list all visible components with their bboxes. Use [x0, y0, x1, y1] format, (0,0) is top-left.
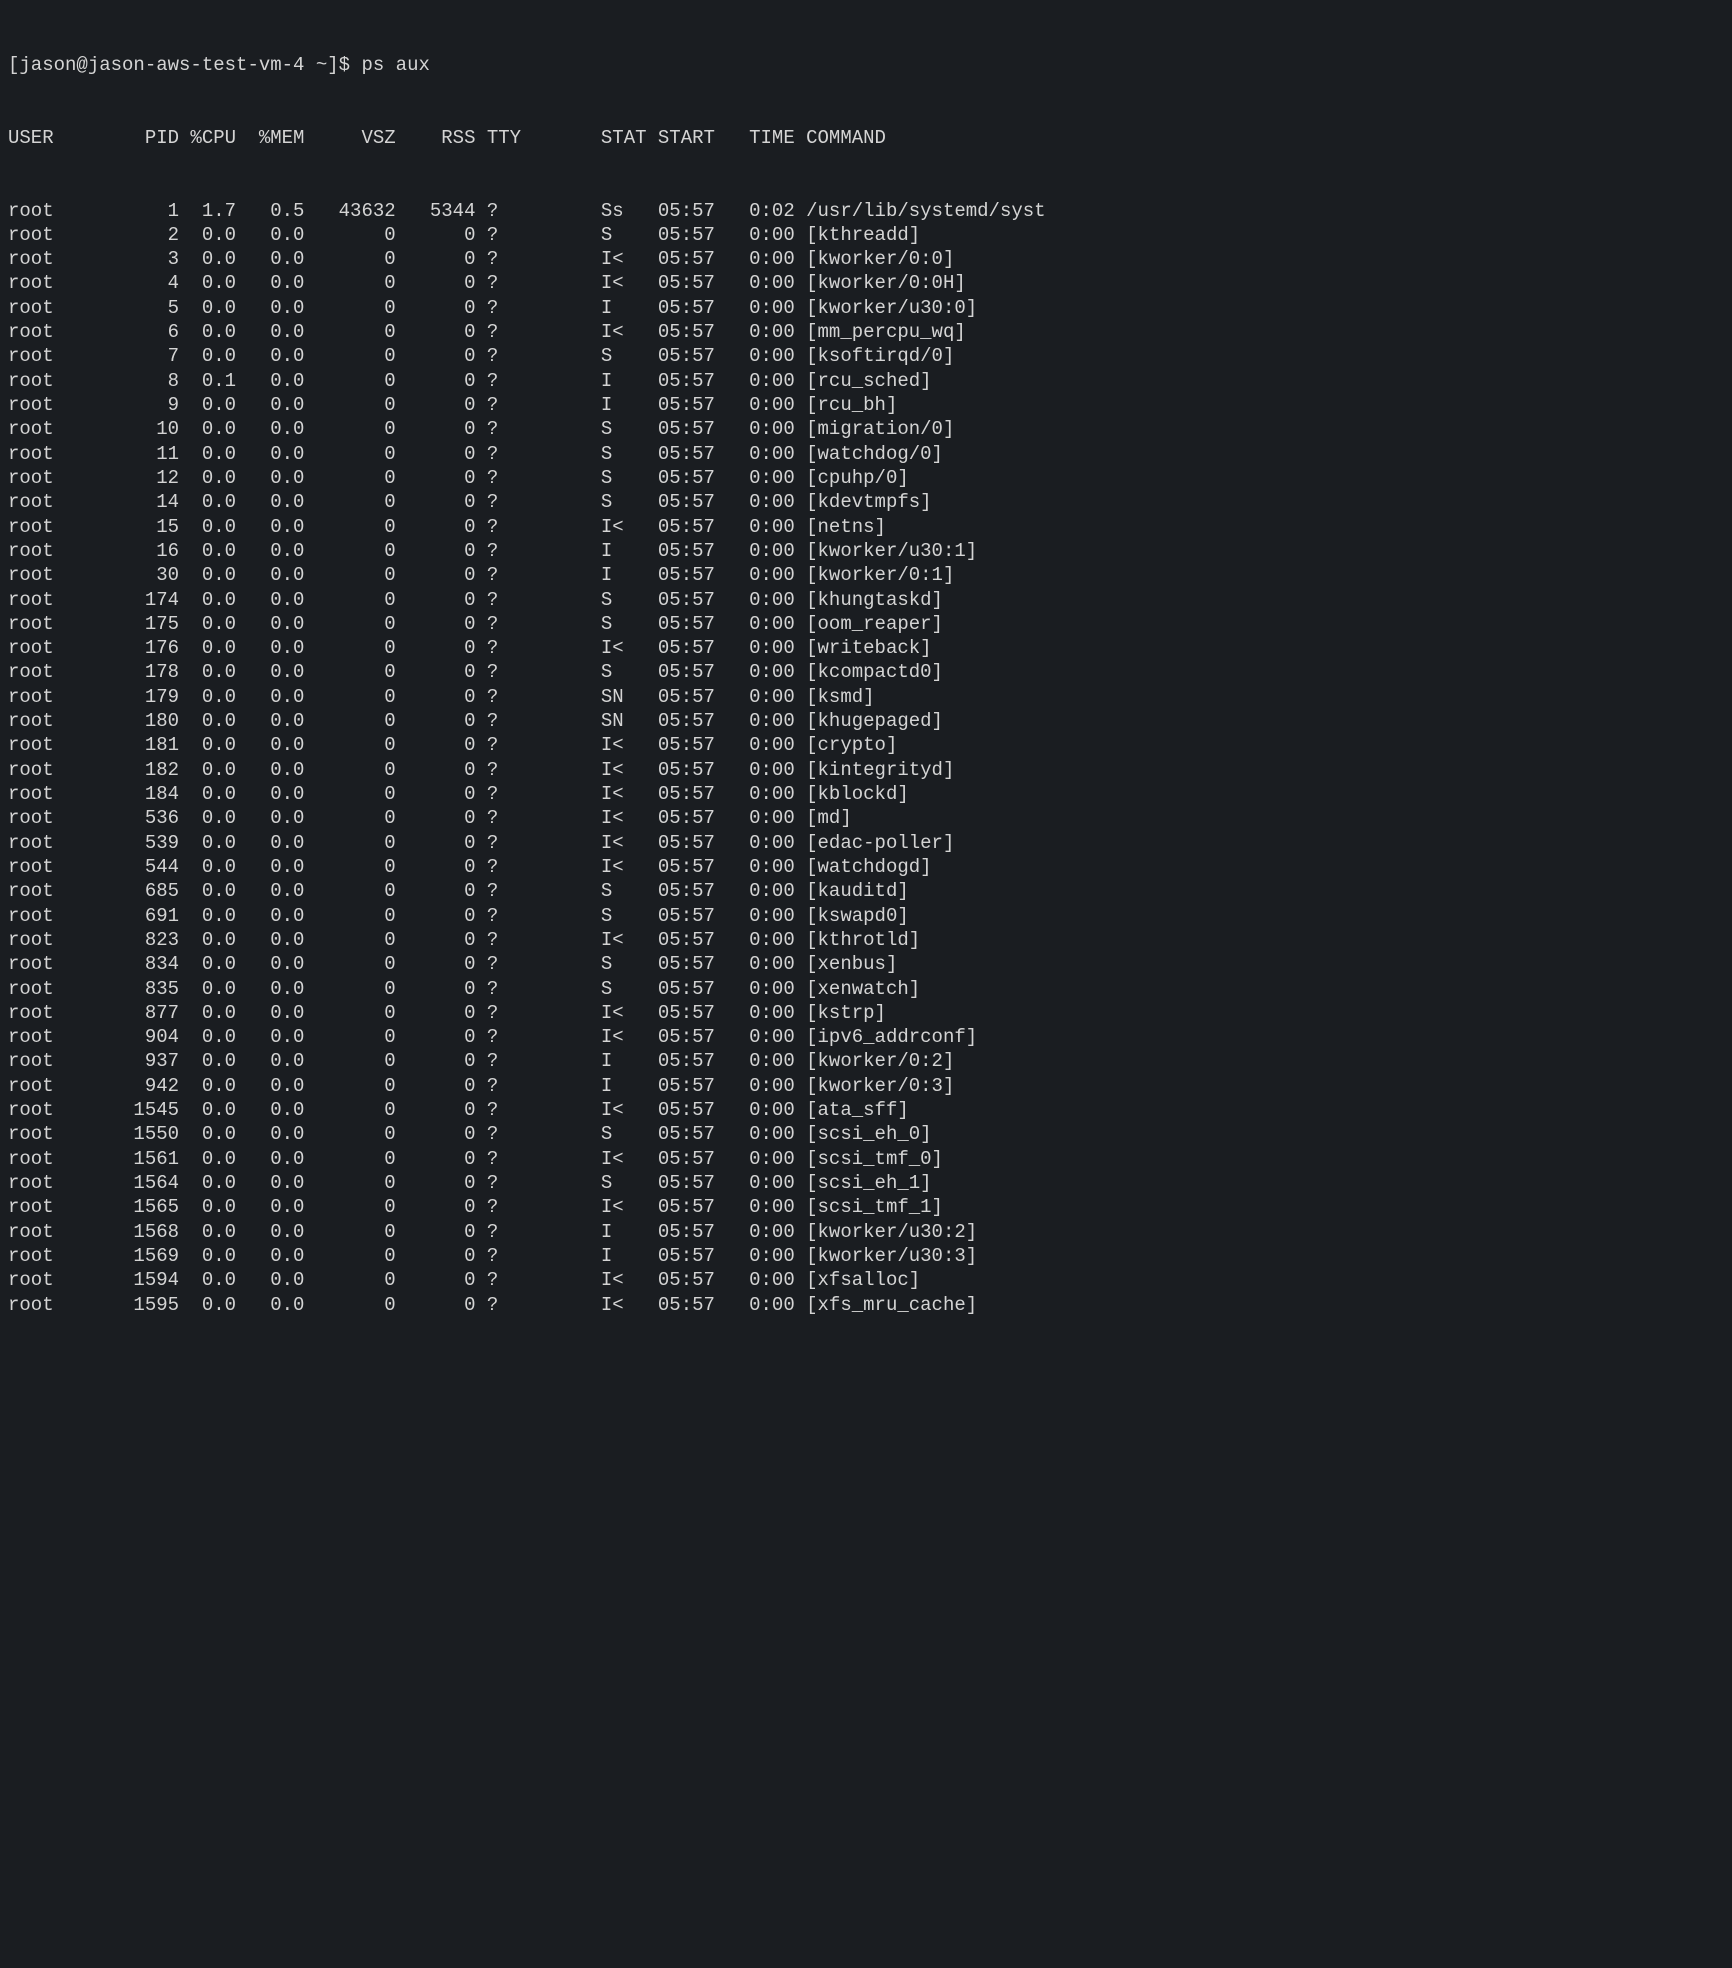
process-row: root 1545 0.0 0.0 0 0 ? I< 05:57 0:00 [a… — [8, 1098, 1724, 1122]
process-row: root 1561 0.0 0.0 0 0 ? I< 05:57 0:00 [s… — [8, 1147, 1724, 1171]
process-row: root 175 0.0 0.0 0 0 ? S 05:57 0:00 [oom… — [8, 612, 1724, 636]
process-row: root 4 0.0 0.0 0 0 ? I< 05:57 0:00 [kwor… — [8, 271, 1724, 295]
process-row: root 5 0.0 0.0 0 0 ? I 05:57 0:00 [kwork… — [8, 296, 1724, 320]
process-row: root 179 0.0 0.0 0 0 ? SN 05:57 0:00 [ks… — [8, 685, 1724, 709]
process-row: root 834 0.0 0.0 0 0 ? S 05:57 0:00 [xen… — [8, 952, 1724, 976]
process-row: root 9 0.0 0.0 0 0 ? I 05:57 0:00 [rcu_b… — [8, 393, 1724, 417]
process-row: root 12 0.0 0.0 0 0 ? S 05:57 0:00 [cpuh… — [8, 466, 1724, 490]
process-row: root 6 0.0 0.0 0 0 ? I< 05:57 0:00 [mm_p… — [8, 320, 1724, 344]
process-row: root 539 0.0 0.0 0 0 ? I< 05:57 0:00 [ed… — [8, 831, 1724, 855]
process-row: root 3 0.0 0.0 0 0 ? I< 05:57 0:00 [kwor… — [8, 247, 1724, 271]
process-row: root 1569 0.0 0.0 0 0 ? I 05:57 0:00 [kw… — [8, 1244, 1724, 1268]
process-row: root 1564 0.0 0.0 0 0 ? S 05:57 0:00 [sc… — [8, 1171, 1724, 1195]
process-row: root 2 0.0 0.0 0 0 ? S 05:57 0:00 [kthre… — [8, 223, 1724, 247]
process-row: root 1568 0.0 0.0 0 0 ? I 05:57 0:00 [kw… — [8, 1220, 1724, 1244]
process-row: root 8 0.1 0.0 0 0 ? I 05:57 0:00 [rcu_s… — [8, 369, 1724, 393]
process-row: root 536 0.0 0.0 0 0 ? I< 05:57 0:00 [md… — [8, 806, 1724, 830]
prompt-line: [jason@jason-aws-test-vm-4 ~]$ ps aux — [8, 53, 1724, 77]
process-row: root 14 0.0 0.0 0 0 ? S 05:57 0:00 [kdev… — [8, 490, 1724, 514]
process-row: root 691 0.0 0.0 0 0 ? S 05:57 0:00 [ksw… — [8, 904, 1724, 928]
ps-header-row: USER PID %CPU %MEM VSZ RSS TTY STAT STAR… — [8, 126, 1724, 150]
process-row: root 544 0.0 0.0 0 0 ? I< 05:57 0:00 [wa… — [8, 855, 1724, 879]
process-row: root 176 0.0 0.0 0 0 ? I< 05:57 0:00 [wr… — [8, 636, 1724, 660]
process-row: root 11 0.0 0.0 0 0 ? S 05:57 0:00 [watc… — [8, 442, 1724, 466]
process-row: root 1565 0.0 0.0 0 0 ? I< 05:57 0:00 [s… — [8, 1195, 1724, 1219]
process-row: root 835 0.0 0.0 0 0 ? S 05:57 0:00 [xen… — [8, 977, 1724, 1001]
process-row: root 7 0.0 0.0 0 0 ? S 05:57 0:00 [ksoft… — [8, 344, 1724, 368]
process-row: root 904 0.0 0.0 0 0 ? I< 05:57 0:00 [ip… — [8, 1025, 1724, 1049]
process-row: root 685 0.0 0.0 0 0 ? S 05:57 0:00 [kau… — [8, 879, 1724, 903]
process-row: root 174 0.0 0.0 0 0 ? S 05:57 0:00 [khu… — [8, 588, 1724, 612]
process-row: root 30 0.0 0.0 0 0 ? I 05:57 0:00 [kwor… — [8, 563, 1724, 587]
process-row: root 1594 0.0 0.0 0 0 ? I< 05:57 0:00 [x… — [8, 1268, 1724, 1292]
process-row: root 181 0.0 0.0 0 0 ? I< 05:57 0:00 [cr… — [8, 733, 1724, 757]
process-row: root 180 0.0 0.0 0 0 ? SN 05:57 0:00 [kh… — [8, 709, 1724, 733]
process-row: root 1595 0.0 0.0 0 0 ? I< 05:57 0:00 [x… — [8, 1293, 1724, 1317]
process-row: root 178 0.0 0.0 0 0 ? S 05:57 0:00 [kco… — [8, 660, 1724, 684]
process-row: root 184 0.0 0.0 0 0 ? I< 05:57 0:00 [kb… — [8, 782, 1724, 806]
process-row: root 942 0.0 0.0 0 0 ? I 05:57 0:00 [kwo… — [8, 1074, 1724, 1098]
process-row: root 1550 0.0 0.0 0 0 ? S 05:57 0:00 [sc… — [8, 1122, 1724, 1146]
process-row: root 937 0.0 0.0 0 0 ? I 05:57 0:00 [kwo… — [8, 1049, 1724, 1073]
terminal[interactable]: [jason@jason-aws-test-vm-4 ~]$ ps aux US… — [0, 0, 1732, 1349]
process-row: root 16 0.0 0.0 0 0 ? I 05:57 0:00 [kwor… — [8, 539, 1724, 563]
process-row: root 15 0.0 0.0 0 0 ? I< 05:57 0:00 [net… — [8, 515, 1724, 539]
process-row: root 823 0.0 0.0 0 0 ? I< 05:57 0:00 [kt… — [8, 928, 1724, 952]
process-row: root 182 0.0 0.0 0 0 ? I< 05:57 0:00 [ki… — [8, 758, 1724, 782]
process-row: root 1 1.7 0.5 43632 5344 ? Ss 05:57 0:0… — [8, 199, 1724, 223]
process-row: root 877 0.0 0.0 0 0 ? I< 05:57 0:00 [ks… — [8, 1001, 1724, 1025]
process-row: root 10 0.0 0.0 0 0 ? S 05:57 0:00 [migr… — [8, 417, 1724, 441]
